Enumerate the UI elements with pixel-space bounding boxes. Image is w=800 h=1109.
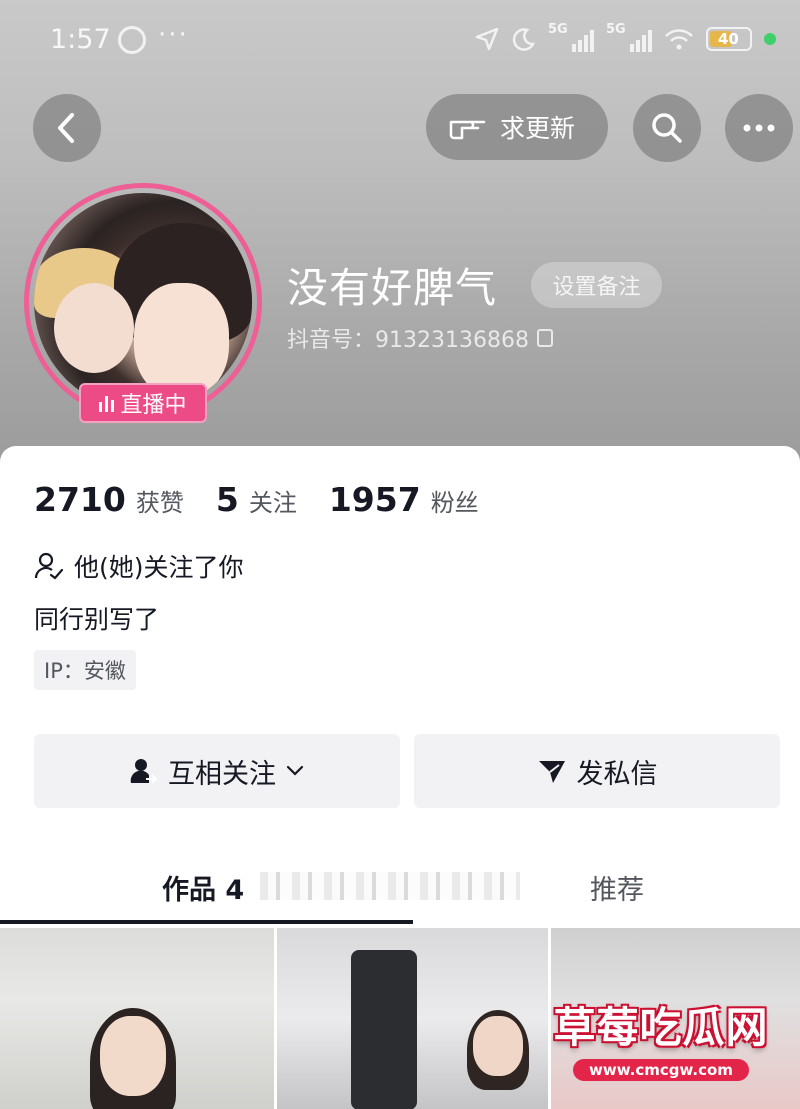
live-bars-icon [99, 394, 115, 412]
search-button[interactable] [633, 94, 701, 162]
chevron-down-icon [286, 765, 304, 776]
followers-count[interactable]: 1957 [329, 480, 421, 519]
site-watermark: 草莓吃瓜网 www.cmcgw.com [522, 966, 800, 1109]
status-time: 1:57 [50, 24, 111, 55]
more-options-button[interactable] [725, 94, 793, 162]
douyin-id[interactable]: 抖音号：91323136868 [287, 322, 553, 354]
copy-icon[interactable] [536, 329, 553, 347]
video-thumbnail[interactable] [276, 928, 548, 1109]
followers-label[interactable]: 粉丝 [431, 483, 479, 518]
send-plane-icon [538, 761, 565, 783]
profile-bio: 同行别写了 [34, 605, 160, 634]
following-label[interactable]: 关注 [249, 483, 297, 518]
follows-you-note: 他(她)关注了你 [34, 548, 244, 584]
profile-tabs: 作品 4 推荐 [0, 850, 800, 922]
set-remark-button[interactable]: 设置备注 [531, 262, 662, 308]
user-mutual-icon [130, 759, 158, 784]
watermark-url: www.cmcgw.com [573, 1059, 749, 1081]
mutual-follow-button[interactable]: 互相关注 [34, 734, 400, 808]
live-badge-label: 直播中 [120, 393, 187, 418]
video-thumbnail[interactable] [0, 928, 274, 1109]
mic-in-use-indicator [764, 33, 776, 45]
more-dots-icon [743, 124, 775, 132]
chevron-left-icon [58, 113, 74, 143]
status-bar: 1:57 ··· 5G 5G 40 [0, 18, 800, 66]
profile-nickname: 没有好脾气 [287, 264, 497, 312]
mutual-follow-label: 互相关注 [168, 758, 276, 790]
tab-works[interactable]: 作品 4 [162, 868, 244, 907]
send-message-label: 发私信 [576, 758, 658, 790]
do-not-disturb-moon-icon [512, 28, 536, 51]
signal-5g-icon: 5G [548, 22, 594, 52]
battery-icon: 40 [706, 27, 752, 51]
avatar[interactable] [34, 193, 252, 411]
wifi-icon [665, 29, 693, 50]
watermark-title: 草莓吃瓜网 [553, 1003, 769, 1052]
tab-recommend[interactable]: 推荐 [590, 868, 644, 907]
ip-location-tag: IP：安徽 [34, 650, 136, 690]
live-badge[interactable]: 直播中 [79, 383, 207, 423]
follows-you-text: 他(她)关注了你 [74, 553, 244, 582]
user-check-icon [34, 552, 64, 580]
search-icon [652, 113, 682, 143]
likes-count[interactable]: 2710 [34, 480, 126, 519]
status-more-icon: ··· [158, 20, 189, 50]
request-update-label: 求更新 [500, 114, 576, 143]
tab-active-indicator [0, 920, 413, 924]
following-count[interactable]: 5 [216, 480, 239, 519]
back-button[interactable] [33, 94, 101, 162]
location-icon [475, 27, 499, 51]
douyin-id-text: 抖音号：91323136868 [287, 328, 529, 353]
tab-obscured-area [260, 872, 520, 900]
pointing-hand-icon [449, 120, 486, 140]
request-update-button[interactable]: 求更新 [426, 94, 608, 160]
profile-stats: 2710 获赞 5 关注 1957 粉丝 [34, 480, 511, 519]
app-notification-icon [118, 26, 146, 54]
likes-label[interactable]: 获赞 [136, 483, 184, 518]
send-message-button[interactable]: 发私信 [414, 734, 780, 808]
signal-5g-secondary-icon: 5G [606, 22, 652, 52]
